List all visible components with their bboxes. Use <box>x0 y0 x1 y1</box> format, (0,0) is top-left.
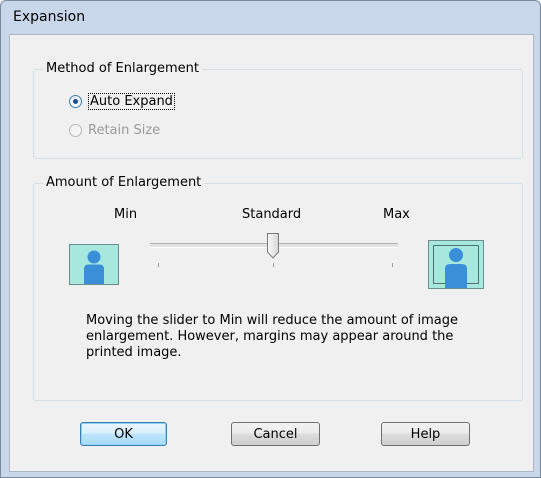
dialog-title: Expansion <box>13 9 86 25</box>
slider-min-label: Min <box>114 207 138 222</box>
retain-size-radio <box>69 124 82 137</box>
slider-max-label: Max <box>383 207 410 222</box>
auto-expand-label: Auto Expand <box>88 93 175 110</box>
max-preview-image <box>428 240 484 289</box>
min-preview-image <box>69 244 119 285</box>
slider-standard-label: Standard <box>242 207 302 222</box>
auto-expand-radio[interactable] <box>69 95 82 108</box>
slider-tick-min <box>158 263 159 267</box>
enlargement-slider-thumb[interactable] <box>267 233 279 259</box>
cancel-button[interactable]: Cancel <box>231 422 320 446</box>
ok-button[interactable]: OK <box>80 422 167 446</box>
amount-group-legend: Amount of Enlargement <box>43 175 205 190</box>
retain-size-label: Retain Size <box>88 123 161 138</box>
slider-tick-standard <box>273 263 274 267</box>
slider-tick-max <box>392 263 393 267</box>
auto-expand-radio-option[interactable]: Auto Expand <box>69 93 175 110</box>
retain-size-radio-option: Retain Size <box>69 123 160 138</box>
method-of-enlargement-group: Method of Enlargement <box>33 61 523 159</box>
method-group-legend: Method of Enlargement <box>43 61 202 76</box>
person-icon <box>445 248 467 288</box>
help-button[interactable]: Help <box>381 422 470 446</box>
title-bar[interactable]: Expansion <box>1 1 540 33</box>
enlargement-description: Moving the slider to Min will reduce the… <box>86 313 459 360</box>
person-icon <box>84 250 104 284</box>
